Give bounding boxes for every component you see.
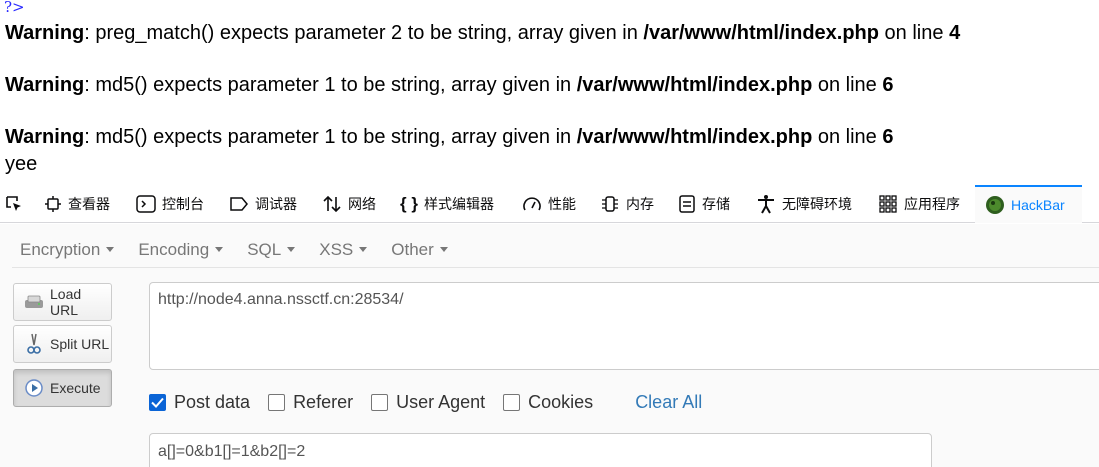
warning-label: Warning (5, 126, 85, 148)
warning-file: /var/www/html/index.php (643, 22, 879, 44)
menu-label: Other (391, 239, 434, 259)
user-agent-option[interactable]: User Agent (371, 392, 485, 413)
warning-line-number: 6 (882, 126, 894, 148)
tab-style-editor[interactable]: { } 样式编辑器 (400, 185, 494, 223)
tab-label: HackBar (1011, 197, 1065, 213)
menu-encryption[interactable]: Encryption (20, 239, 115, 260)
cookies-label: Cookies (528, 391, 594, 412)
console-icon (136, 195, 156, 213)
post-data-option[interactable]: Post data (149, 392, 250, 413)
warning-message: : md5() expects parameter 1 to be string… (84, 126, 577, 148)
post-data-label: Post data (174, 391, 251, 412)
output-text: yee (5, 153, 38, 175)
tab-label: 调试器 (255, 196, 297, 212)
tab-accessibility[interactable]: 无障碍环境 (756, 185, 852, 223)
hackbar-menu: Encryption Encoding SQL XSS Other (12, 232, 1099, 268)
load-url-icon (24, 292, 44, 312)
split-url-button[interactable]: Split URL (13, 325, 112, 363)
warning-file: /var/www/html/index.php (576, 74, 813, 96)
tab-label: 网络 (348, 196, 376, 212)
warning-on-line: on line (879, 22, 950, 44)
url-textarea[interactable]: http://node4.anna.nssctf.cn:28534/ (149, 282, 1099, 370)
warning-line-number: 4 (949, 22, 961, 44)
menu-label: XSS (319, 239, 354, 259)
caret-down-icon (287, 247, 296, 252)
caret-down-icon (215, 247, 224, 252)
referer-checkbox[interactable] (268, 393, 286, 411)
tab-inspector[interactable]: 查看器 (44, 185, 110, 223)
warning-file: /var/www/html/index.php (576, 126, 813, 148)
element-picker-icon (4, 194, 24, 214)
tab-label: 样式编辑器 (423, 196, 494, 212)
user-agent-checkbox[interactable] (371, 393, 389, 411)
warning-on-line: on line (812, 74, 883, 96)
accessibility-icon (756, 194, 776, 214)
tab-hackbar[interactable]: HackBar (975, 185, 1082, 223)
php-close-tag: ?> (4, 0, 25, 16)
menu-sql[interactable]: SQL (247, 239, 296, 260)
request-options: Post data Referer User Agent Cookies Cle… (149, 388, 702, 416)
load-url-label: Load URL (50, 286, 82, 318)
warning-on-line: on line (812, 126, 883, 148)
warning-message: : preg_match() expects parameter 2 to be… (84, 22, 644, 44)
devtools-toolbar: 查看器 控制台 调试器 网络 { } 样式编辑器 性能 内存 存储 无障碍环境 … (0, 185, 1099, 223)
debugger-icon (229, 196, 249, 212)
hackbar-icon (985, 195, 1005, 215)
inspector-icon (44, 195, 62, 213)
caret-down-icon (106, 247, 115, 252)
warning-line-number: 6 (882, 74, 894, 96)
post-data-checkbox[interactable] (149, 393, 166, 411)
tab-label: 内存 (626, 196, 654, 212)
tab-label: 存储 (702, 196, 730, 212)
menu-label: Encoding (138, 239, 210, 259)
performance-icon (522, 195, 542, 213)
warning-message: : md5() expects parameter 1 to be string… (84, 74, 577, 96)
load-url-button[interactable]: Load URL (13, 283, 112, 321)
user-agent-label: User Agent (396, 391, 486, 412)
storage-icon (678, 194, 696, 214)
referer-option[interactable]: Referer (268, 392, 353, 413)
play-icon (24, 378, 44, 398)
tab-label: 控制台 (162, 196, 204, 212)
application-icon (878, 194, 898, 214)
tab-performance[interactable]: 性能 (522, 185, 576, 223)
menu-xss[interactable]: XSS (319, 239, 368, 260)
element-picker-button[interactable] (4, 185, 28, 223)
menu-label: Encryption (20, 239, 101, 259)
tab-console[interactable]: 控制台 (136, 185, 204, 223)
tab-debugger[interactable]: 调试器 (229, 185, 297, 223)
tab-application[interactable]: 应用程序 (878, 185, 960, 223)
warning-label: Warning (5, 74, 85, 96)
execute-label: Execute (50, 380, 101, 396)
tab-memory[interactable]: 内存 (600, 185, 654, 223)
tab-label: 无障碍环境 (782, 196, 852, 212)
caret-down-icon (359, 247, 368, 252)
warning-line: Warning: md5() expects parameter 1 to be… (5, 73, 893, 97)
referer-label: Referer (293, 391, 354, 412)
php-output: ?> Warning: preg_match() expects paramet… (0, 0, 1099, 185)
post-data-textarea[interactable]: a[]=0&b1[]=1&b2[]=2 (149, 433, 932, 467)
style-editor-icon: { } (400, 194, 418, 213)
tab-label: 应用程序 (904, 196, 960, 212)
scissors-icon (24, 333, 44, 354)
split-url-label: Split URL (50, 336, 110, 352)
warning-label: Warning (5, 22, 85, 44)
cookies-checkbox[interactable] (503, 393, 521, 411)
tab-network[interactable]: 网络 (322, 185, 376, 223)
tab-label: 查看器 (68, 196, 110, 212)
menu-other[interactable]: Other (391, 240, 448, 260)
warning-line: Warning: md5() expects parameter 1 to be… (5, 125, 893, 149)
warning-line: Warning: preg_match() expects parameter … (5, 21, 960, 45)
clear-all-link[interactable]: Clear All (635, 392, 702, 413)
network-icon (322, 195, 342, 213)
tab-storage[interactable]: 存储 (678, 185, 730, 223)
menu-label: SQL (247, 239, 282, 259)
menu-encoding[interactable]: Encoding (138, 239, 224, 260)
memory-icon (600, 195, 620, 213)
cookies-option[interactable]: Cookies (503, 392, 593, 413)
caret-down-icon (439, 247, 448, 252)
execute-button[interactable]: Execute (13, 369, 112, 407)
tab-label: 性能 (548, 196, 576, 212)
